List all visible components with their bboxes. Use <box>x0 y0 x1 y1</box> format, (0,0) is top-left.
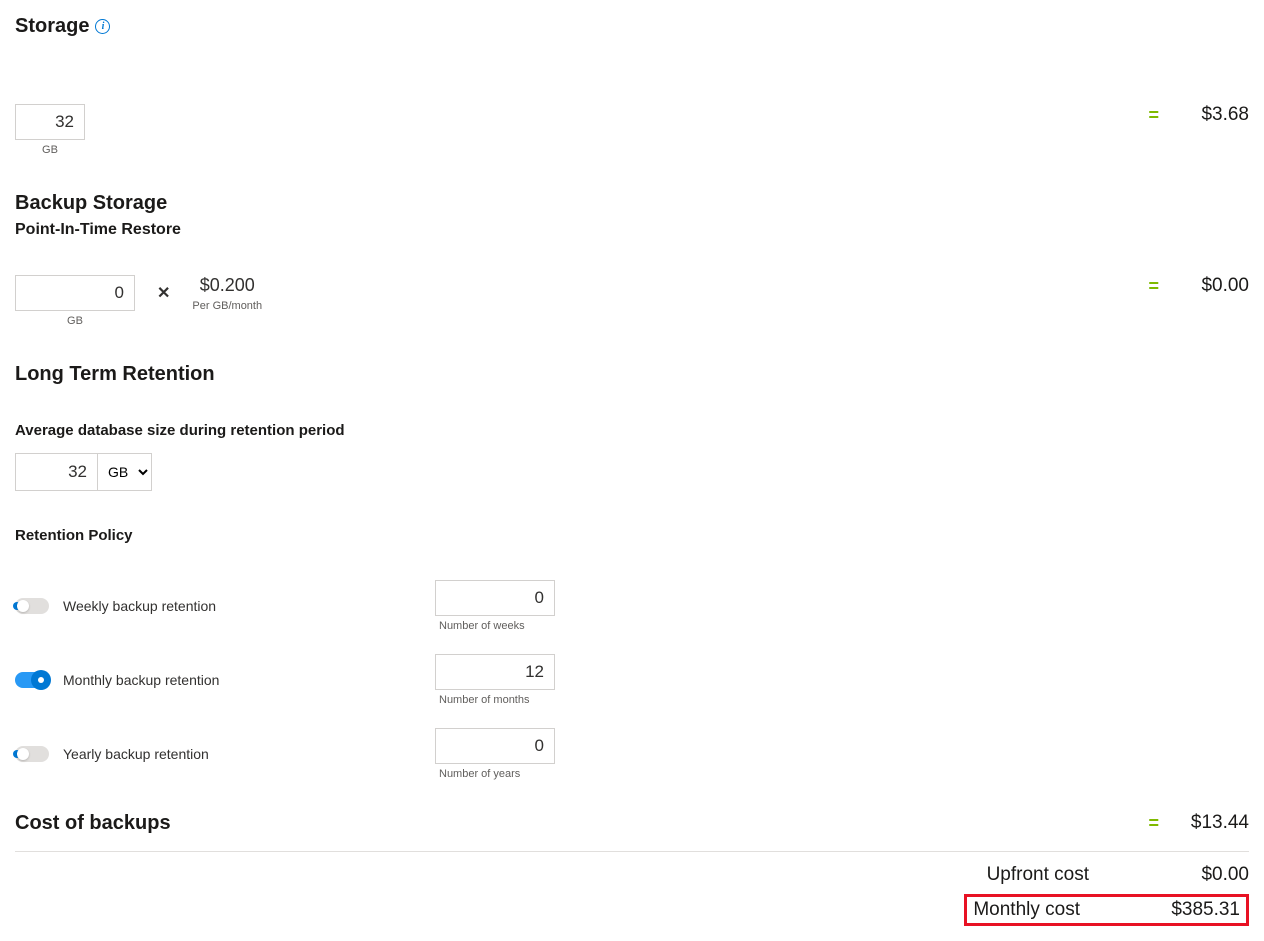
cost-of-backups-value: $13.44 <box>1189 812 1249 834</box>
equals-icon: = <box>1148 276 1159 297</box>
storage-value-input[interactable] <box>15 104 85 140</box>
ltr-heading: Long Term Retention <box>15 363 1249 386</box>
avg-db-size-label: Average database size during retention p… <box>15 422 1249 439</box>
weekly-retention-label: Weekly backup retention <box>63 598 216 614</box>
ltr-heading-text: Long Term Retention <box>15 363 215 386</box>
multiply-icon: ✕ <box>157 283 170 303</box>
monthly-retention-label: Monthly backup retention <box>63 672 219 688</box>
equals-icon: = <box>1148 105 1159 126</box>
monthly-cost-highlight: Monthly cost $385.31 <box>964 894 1249 926</box>
weekly-retention-unit: Number of weeks <box>439 620 555 632</box>
backup-cost: $0.00 <box>1189 275 1249 297</box>
separator <box>15 851 1249 852</box>
yearly-retention-unit: Number of years <box>439 768 555 780</box>
backup-price-unit: Per GB/month <box>192 300 262 312</box>
backup-unit-label: GB <box>67 315 83 327</box>
monthly-retention-input[interactable] <box>435 654 555 690</box>
backup-storage-heading: Backup Storage <box>15 192 1249 215</box>
yearly-retention-input[interactable] <box>435 728 555 764</box>
backup-price: $0.200 <box>200 275 255 296</box>
yearly-retention-label: Yearly backup retention <box>63 746 209 762</box>
storage-heading-text: Storage <box>15 15 89 38</box>
weekly-retention-input[interactable] <box>435 580 555 616</box>
cost-of-backups-heading: Cost of backups <box>15 812 171 835</box>
monthly-cost-label: Monthly cost <box>973 899 1080 921</box>
backup-storage-heading-text: Backup Storage <box>15 192 167 215</box>
monthly-cost-value: $385.31 <box>1160 899 1240 921</box>
pitr-heading: Point-In-Time Restore <box>15 221 1249 239</box>
upfront-cost-value: $0.00 <box>1169 864 1249 886</box>
cost-of-backups-text: Cost of backups <box>15 812 171 835</box>
storage-heading: Storage i <box>15 15 1249 38</box>
backup-value-input[interactable] <box>15 275 135 311</box>
storage-cost: $3.68 <box>1189 104 1249 126</box>
retention-policy-heading: Retention Policy <box>15 527 1249 544</box>
weekly-retention-toggle[interactable] <box>15 598 49 614</box>
storage-unit-label: GB <box>42 144 58 156</box>
equals-icon: = <box>1148 813 1159 834</box>
yearly-retention-toggle[interactable] <box>15 746 49 762</box>
monthly-retention-toggle[interactable] <box>15 672 49 688</box>
info-icon[interactable]: i <box>95 19 110 34</box>
avg-db-size-unit-select[interactable]: GB <box>97 453 152 491</box>
upfront-cost-label: Upfront cost <box>987 864 1089 886</box>
avg-db-size-input[interactable] <box>15 453 97 491</box>
monthly-retention-unit: Number of months <box>439 694 555 706</box>
